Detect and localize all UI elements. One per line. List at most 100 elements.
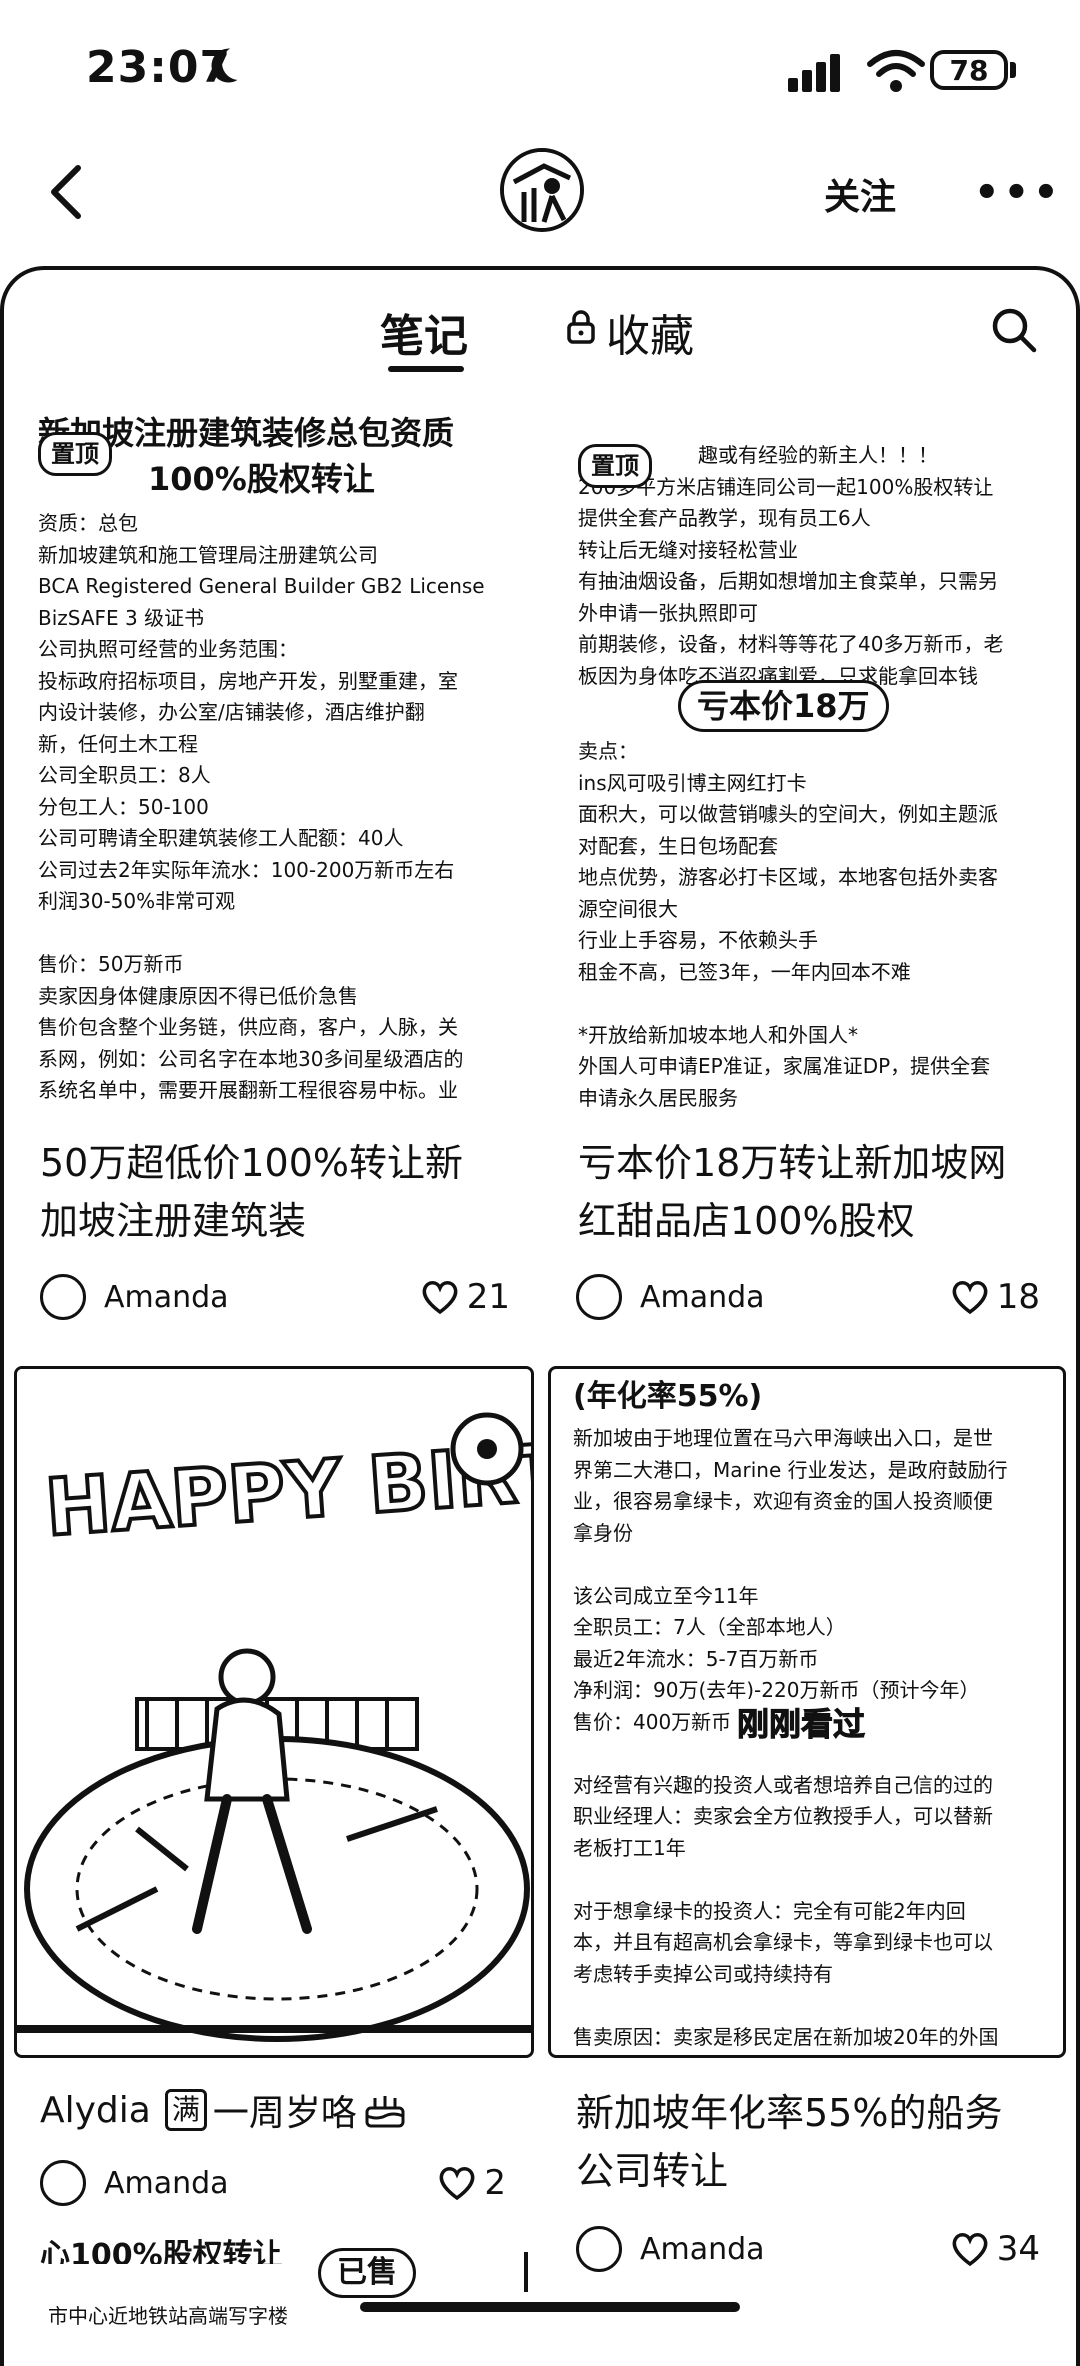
sold-stamp: 已售 <box>318 2248 416 2298</box>
heart-icon[interactable] <box>438 2165 476 2201</box>
heart-icon[interactable] <box>421 1279 459 1315</box>
author-avatar[interactable] <box>576 1274 622 1320</box>
author-name[interactable]: Amanda <box>640 1280 765 1315</box>
cover-line <box>573 1549 1041 1581</box>
cover-line: 公司全职员工：8人 <box>38 763 211 787</box>
cover-line: 资质：总包 <box>38 511 138 535</box>
wifi-icon <box>867 50 925 92</box>
cover-line: 职业经理人：卖家会全方位教授手人，可以替新 <box>573 1804 993 1828</box>
cover-line: 新加坡由于地理位置在马六甲海峡出入口，是世 <box>573 1426 993 1450</box>
note-card-cover-3[interactable]: HAPPY BIRTHDAY <box>14 1366 534 2058</box>
avatar-figure-icon <box>504 152 580 228</box>
cover-headline-line2: 100%股权转让 <box>148 460 375 498</box>
note-title-text: 一周岁咯 <box>212 2093 357 2134</box>
cover-line: 界第二大港口，Marine 行业发达，是政府鼓励行 <box>573 1457 1008 1482</box>
search-icon[interactable] <box>990 306 1038 354</box>
heart-icon[interactable] <box>951 2231 989 2267</box>
profile-avatar[interactable] <box>500 148 584 232</box>
note-card-cover-1[interactable]: 新加坡注册建筑装修总包资质 置顶 100%股权转让 资质：总包 新加坡建筑和施工… <box>38 410 518 1110</box>
note-card-cover-2[interactable]: 置顶 趣或有经验的新主人！！！ 200多平方米店铺连同公司一起100%股权转让 … <box>578 440 1048 1120</box>
cover-line: 投标政府招标项目，房地产开发，别墅重建，室 <box>38 668 458 693</box>
note-title-line: 50万超低价100%转让新 <box>40 1141 463 1185</box>
note-title-1[interactable]: 50万超低价100%转让新 加坡注册建筑装 <box>40 1134 520 1250</box>
next-card-peek-line: 市中心近地铁站高端写字楼 <box>48 2304 288 2328</box>
cover-line: 租金不高，已签3年，一年内回本不难 <box>578 959 911 984</box>
just-viewed-label: 刚刚看过 <box>736 1699 866 1745</box>
cover-line: 内设计装修，办公室/店铺装修，酒店维护翻 <box>38 700 425 724</box>
cover-line: 提供全套产品教学，现有员工6人 <box>578 506 871 530</box>
note-meta-3: Amanda 2 <box>40 2160 506 2206</box>
cover-line: 业，很容易拿绿卡，欢迎有资金的国人投资顺便 <box>573 1489 993 1513</box>
cover-line: 分包工人：50-100 <box>38 794 209 819</box>
cover-line: 地点优势，游客必打卡区域，本地客包括外卖客 <box>578 865 998 889</box>
note-title-line: 加坡注册建筑装 <box>40 1199 307 1243</box>
cover-line: 对于想拿绿卡的投资人：完全有可能2年内回 <box>573 1898 966 1923</box>
cover-line: 对经营有兴趣的投资人或者想培养自己信的过的 <box>573 1772 993 1797</box>
note-meta-4: Amanda 34 <box>576 2226 1040 2272</box>
note-title-2[interactable]: 亏本价18万转让新加坡网 红甜品店100%股权 <box>578 1134 1048 1250</box>
cover-line <box>578 988 1048 1020</box>
birthday-photo: HAPPY BIRTHDAY <box>17 1369 531 2055</box>
cover-line: BCA Registered General Builder GB2 Licen… <box>38 574 485 598</box>
cover-line <box>38 918 518 950</box>
battery-cap <box>1010 62 1016 78</box>
cover-line: 系统名单中，需要开展翻新工程很容易中标。业 <box>38 1078 458 1102</box>
cover-line: 有抽油烟设备，后期如想增加主食菜单，只需另 <box>578 569 998 593</box>
home-indicator[interactable] <box>360 2302 740 2312</box>
divider <box>524 2252 528 2292</box>
emoji-box: 满 <box>164 2089 207 2131</box>
cover-line <box>573 1990 1041 2022</box>
author-name[interactable]: Amanda <box>104 2166 229 2201</box>
like-count: 18 <box>996 1277 1040 1317</box>
cover-headline: (年化率55%) <box>573 1379 763 1414</box>
cover-body: 趣或有经验的新主人！！！ 200多平方米店铺连同公司一起100%股权转让 提供全… <box>578 440 1048 1114</box>
note-title-3[interactable]: Alydia 满 一周岁咯 <box>40 2084 407 2136</box>
tab-active-indicator <box>388 366 464 372</box>
note-card-cover-4[interactable]: (年化率55%) 新加坡由于地理位置在马六甲海峡出入口，是世 界第二大港口，Ma… <box>548 1366 1066 2058</box>
note-title-4[interactable]: 新加坡年化率55%的船务 公司转让 <box>576 2084 1046 2200</box>
author-name[interactable]: Amanda <box>104 1280 229 1315</box>
cover-line: 公司执照可经营的业务范围： <box>38 637 298 661</box>
cover-line: 外申请一张执照即可 <box>578 600 758 625</box>
author-avatar[interactable] <box>576 2226 622 2272</box>
like-count: 2 <box>484 2163 506 2203</box>
cover-line: 公司过去2年实际年流水：100-200万新币左右 <box>38 857 455 882</box>
tab-notes[interactable]: 笔记 <box>380 300 468 364</box>
cover-line <box>573 1864 1041 1896</box>
author-name[interactable]: Amanda <box>640 2232 765 2267</box>
follow-button[interactable]: 关注 <box>824 168 896 220</box>
cover-line: 该公司成立至今11年 <box>573 1583 759 1608</box>
cover-headline: 新加坡注册建筑装修总包资质 置顶 100%股权转让 <box>38 410 518 502</box>
tab-favorites[interactable]: 收藏 <box>606 300 694 364</box>
cover-line: 卖点： <box>578 739 638 763</box>
cover-line: 本，并且有超高机会拿绿卡，等拿到绿卡也可以 <box>573 1930 993 1954</box>
back-arrow-icon[interactable] <box>46 162 86 222</box>
cellular-signal-icon <box>788 54 840 92</box>
cover-line: 考虑转手卖掉公司或持续持有 <box>573 1961 833 1986</box>
note-title-line: 红甜品店100%股权 <box>578 1199 915 1243</box>
note-title-line: 亏本价18万转让新加坡网 <box>578 1141 1007 1185</box>
next-card-peek-title: 心100%股权转让 <box>40 2238 283 2264</box>
cover-line: 最近2年流水：5-7百万新币 <box>573 1646 819 1671</box>
cover-line: 前期装修，设备，材料等等花了40多万新币，老 <box>578 632 1004 656</box>
cover-line: 卖家因身体健康原因不得已低价急售 <box>38 983 358 1008</box>
heart-icon[interactable] <box>951 1279 989 1315</box>
cover-body: 资质：总包 新加坡建筑和施工管理局注册建筑公司 BCA Registered G… <box>38 508 518 1107</box>
cover-line: 售卖原因：卖家是移民定居在新加坡20年的外国 <box>573 2024 999 2049</box>
pinned-badge: 置顶 <box>578 444 652 488</box>
cover-line: 转让后无缝对接轻松营业 <box>578 537 798 562</box>
status-time: 23:07 <box>86 42 232 93</box>
more-options-button[interactable]: ••• <box>974 170 1063 216</box>
cover-line: 公司可聘请全职建筑装修工人配额：40人 <box>38 826 404 850</box>
cover-line: 行业上手容易，不依赖头手 <box>578 928 818 952</box>
author-avatar[interactable] <box>40 1274 86 1320</box>
cover-line: 申请永久居民服务 <box>578 1085 738 1110</box>
cover-line: ins风可吸引博主网红打卡 <box>578 770 807 795</box>
note-title-line: 新加坡年化率55%的船务 <box>576 2091 1003 2135</box>
cover-line: 售价包含整个业务链，供应商，客户，人脉，关 <box>38 1015 458 1039</box>
cover-line: 新，任何土木工程 <box>38 731 198 756</box>
like-count: 34 <box>996 2229 1040 2269</box>
cover-line: 外国人可申请EP准证，家属准证DP，提供全套 <box>578 1054 991 1078</box>
cake-icon <box>365 2096 405 2128</box>
author-avatar[interactable] <box>40 2160 86 2206</box>
